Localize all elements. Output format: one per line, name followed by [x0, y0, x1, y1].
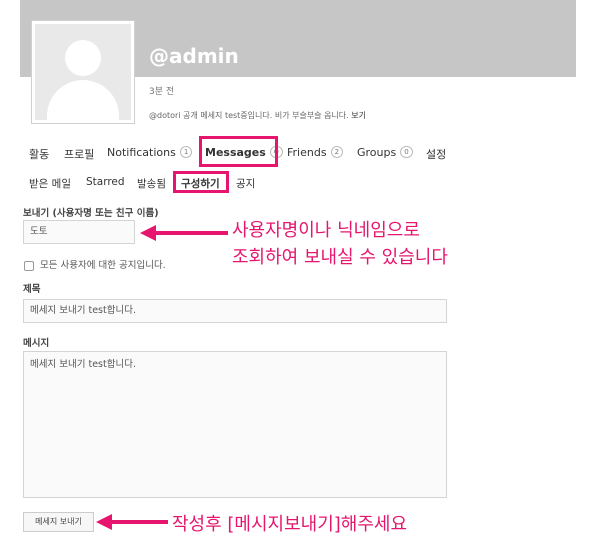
send-callout: 작성후 [메시지보내기]해주세요 [172, 514, 408, 535]
recipient-arrow-head [140, 225, 156, 241]
send-arrow-head [96, 514, 112, 530]
annotation-arrows [96, 225, 228, 530]
recipient-callout-line1: 사용자명이나 닉네임으로 [232, 220, 420, 241]
recipient-callout-line2: 조회하여 보내실 수 있습니다 [232, 247, 448, 268]
